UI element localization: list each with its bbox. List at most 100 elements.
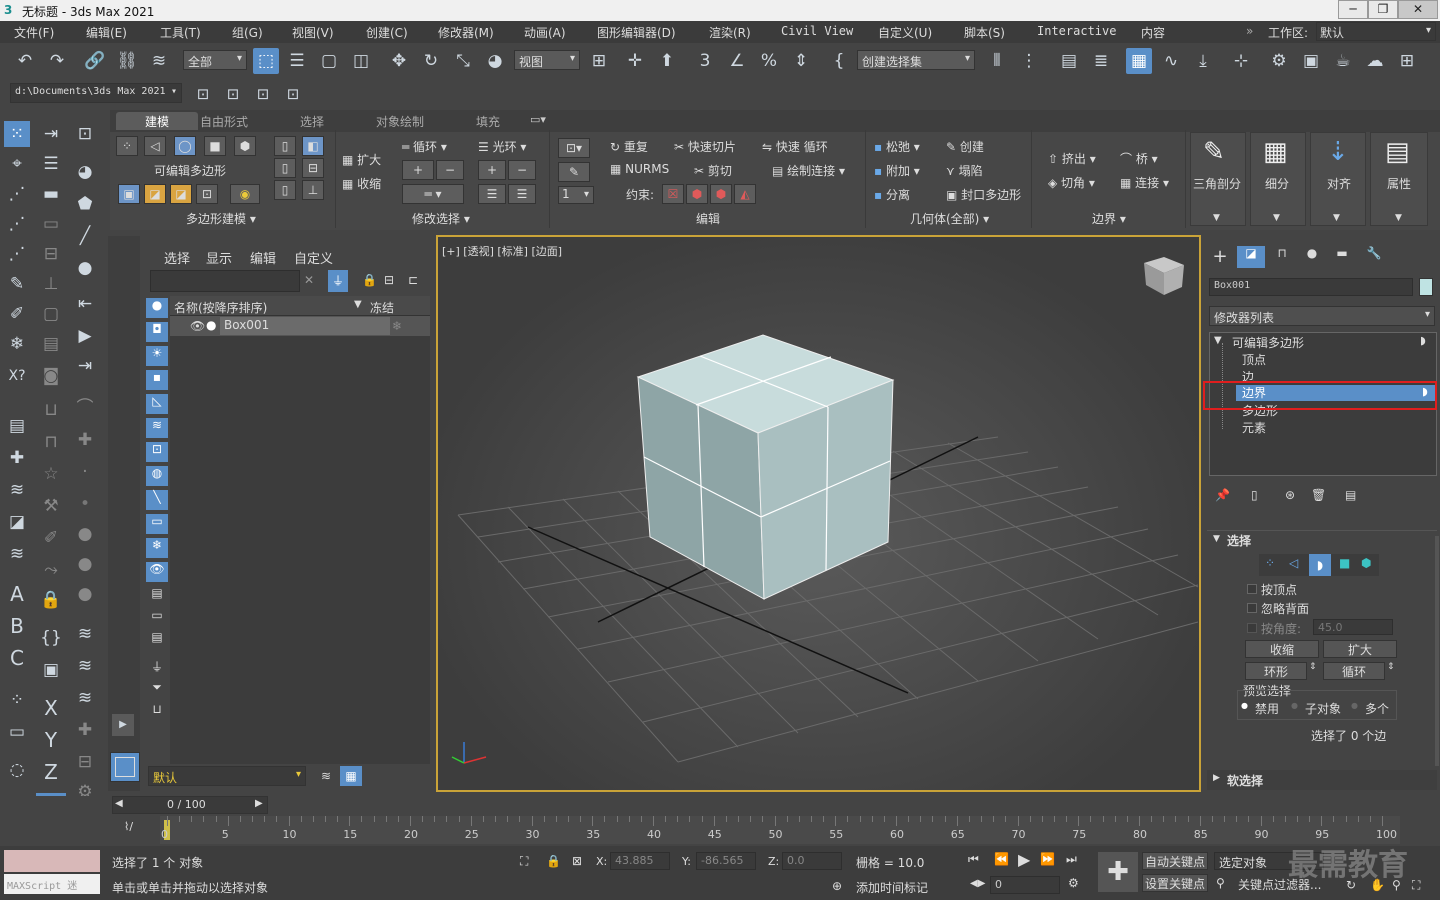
utilities-panel-icon[interactable]: 🔧 [1361,246,1387,268]
motion-panel-icon[interactable]: ● [1299,246,1325,268]
layer-manager-icon[interactable]: ▦ [340,766,362,786]
go-to-end-icon[interactable]: ⏭ [1066,852,1077,867]
toggle-ribbon-icon[interactable]: ≣ [1088,48,1114,74]
merge-icon[interactable]: ⊟ [38,241,64,267]
maximize-viewport-icon[interactable]: ⛶ [1412,878,1420,893]
maximize-button[interactable]: ❐ [1368,0,1398,19]
edge-mode-icon[interactable]: ◁ [144,136,166,156]
ring-select-icon[interactable]: ☰ [508,184,536,204]
maxscript-listener-input[interactable] [4,850,100,872]
drop-icon[interactable]: ● [72,255,98,281]
stack-icon[interactable]: ≋ [72,621,98,647]
save-icon[interactable]: ◙ [38,363,64,389]
grow-button[interactable]: ▦ 扩大 [342,151,381,168]
ignore-backfacing-checkbox[interactable] [1247,603,1257,613]
menu-customize[interactable]: 自定义(U) [878,24,932,41]
menu-edit[interactable]: 编辑(E) [86,24,127,41]
dot-small-icon[interactable]: · [72,459,98,485]
table-row[interactable]: 👁 ● Box001 ❄ [170,316,430,336]
paintconnect-button[interactable]: ▤ 绘制连接 ▾ [772,162,845,179]
project-new-icon[interactable]: ⊡ [220,81,246,107]
scene-tab-edit[interactable]: 编辑 [250,248,276,267]
scene-tab-display[interactable]: 显示 [206,248,232,267]
preserve-uvs-icon[interactable]: ⊡▾ [558,138,590,158]
connect-button[interactable]: ▦ 连接 ▾ [1120,174,1169,191]
filter-cameras-icon[interactable]: ▪ [146,370,168,390]
modify-selection-title[interactable]: 修改选择 ▾ [412,210,470,227]
element-subobj-icon[interactable]: ⬢ [1361,556,1371,570]
table-icon[interactable]: ▤ [38,331,64,357]
snap-line-icon[interactable]: ⋰ [4,211,30,237]
loop-grow-icon[interactable]: + [402,160,434,180]
subobject-icon[interactable]: ◪ [170,184,192,204]
filter-hidden-icon[interactable]: 👁 [146,562,168,582]
sort-arrow-icon[interactable]: ▼ [354,299,362,310]
collapse-button[interactable]: ⋎ 塌陷 [946,162,983,179]
filter-helpers-icon[interactable]: ◺ [146,394,168,414]
align-icon[interactable]: ⋮ [1016,48,1042,74]
geometry-title[interactable]: 几何体(全部) ▾ [910,210,989,227]
select-lasso-icon[interactable]: ⌖ [4,151,30,177]
pen-icon[interactable]: ✎ [4,271,30,297]
named-selection-set-dropdown[interactable]: 创建选择集 [857,50,975,70]
snap-point-icon[interactable]: ⋰ [4,181,30,207]
subdivide-button[interactable]: ▦ 细分 ▼ [1250,132,1306,226]
preview-off-radio[interactable]: ● [1241,701,1248,710]
layer-explorer-icon[interactable]: ▤ [1056,48,1082,74]
edit-spinner[interactable]: 1 [558,186,594,204]
brush-icon[interactable]: ✐ [38,525,64,551]
by-angle-spinner[interactable]: 45.0 [1313,619,1393,635]
render-cloud-icon[interactable]: ☁ [1362,48,1388,74]
stack-collapse-arrow-icon[interactable]: ▼ [1214,335,1222,346]
material-editor-icon[interactable]: ⊹ [1228,48,1254,74]
object-name-input[interactable]: Box001 [1209,278,1413,296]
selection-filter-dropdown[interactable]: 全部 [183,50,247,70]
scene-search-input[interactable] [150,270,300,292]
curve-icon[interactable]: ⌒ [72,395,98,421]
menu-view[interactable]: 视图(V) [292,24,334,41]
text-c-icon[interactable]: C [4,645,30,671]
knife-icon[interactable]: ╱ [72,223,98,249]
quickslice-button[interactable]: ✂ 快速切片 [674,138,736,155]
display-panel-icon[interactable]: ▬ [1329,246,1355,268]
move-icon[interactable]: ✥ [386,48,412,74]
lock-icon[interactable]: 🔒 [38,587,64,613]
select-by-name-icon[interactable]: ☰ [284,48,310,74]
branch-icon[interactable]: ⤳ [38,557,64,583]
set-key-big-icon[interactable]: ✚ [1098,852,1138,892]
absolute-mode-icon[interactable]: ⊠ [572,854,582,868]
preview-subobj-radio[interactable]: ● [1291,701,1298,710]
render-dot-icon[interactable]: ● [206,318,216,332]
detach-button[interactable]: ▪ 分离 [874,186,910,203]
make-planar-icon[interactable]: ◪ [144,184,166,204]
menu-tools[interactable]: 工具(T) [160,24,201,41]
shrink-button[interactable]: ▦ 收缩 [342,175,381,192]
redo-icon[interactable]: ↷ [44,48,70,74]
workspace-dropdown[interactable]: 默认 [1316,22,1436,41]
visibility-eye-icon[interactable]: 👁 [190,319,205,333]
isolate-selection-icon[interactable]: ⛶ [520,854,528,869]
chamfer-button[interactable]: ◈ 切角 ▾ [1048,174,1095,191]
preview-multi-radio[interactable]: ● [1351,701,1358,710]
stack-item-element[interactable]: 元素 [1242,419,1266,436]
loop-selection-button[interactable]: 循环 [1323,662,1385,680]
percent-snap-icon[interactable]: % [756,48,782,74]
filter-geometry-icon[interactable]: ● [146,298,168,318]
star-icon[interactable]: ☆ [38,461,64,487]
time-config-icon[interactable]: ⚙ [1068,876,1079,890]
filter-options-icon[interactable]: ⊔ [146,702,168,722]
ring-selection-button[interactable]: 环形 [1245,662,1307,680]
create-panel-icon[interactable]: + [1207,246,1233,268]
show-cage-icon[interactable]: ⊡ [196,184,218,204]
xform-icon[interactable]: X? [4,363,30,389]
vertex-mode-icon[interactable]: ⁘ [116,136,138,156]
ring-grow-icon[interactable]: + [478,160,506,180]
layers-c-icon[interactable]: ≋ [72,685,98,711]
menu-scripting[interactable]: 脚本(S) [964,24,1005,41]
time-slider[interactable]: ◀ 0 / 100 ▶ [112,796,268,814]
coord-z-field[interactable]: 0.0 [782,852,842,870]
tools-icon[interactable]: ⚒ [38,493,64,519]
layer-stack-icon[interactable]: ≋ [4,541,30,567]
tab-freeform[interactable]: 自由形式 [190,112,258,130]
bind-spacewarp-icon[interactable]: ≋ [146,48,172,74]
